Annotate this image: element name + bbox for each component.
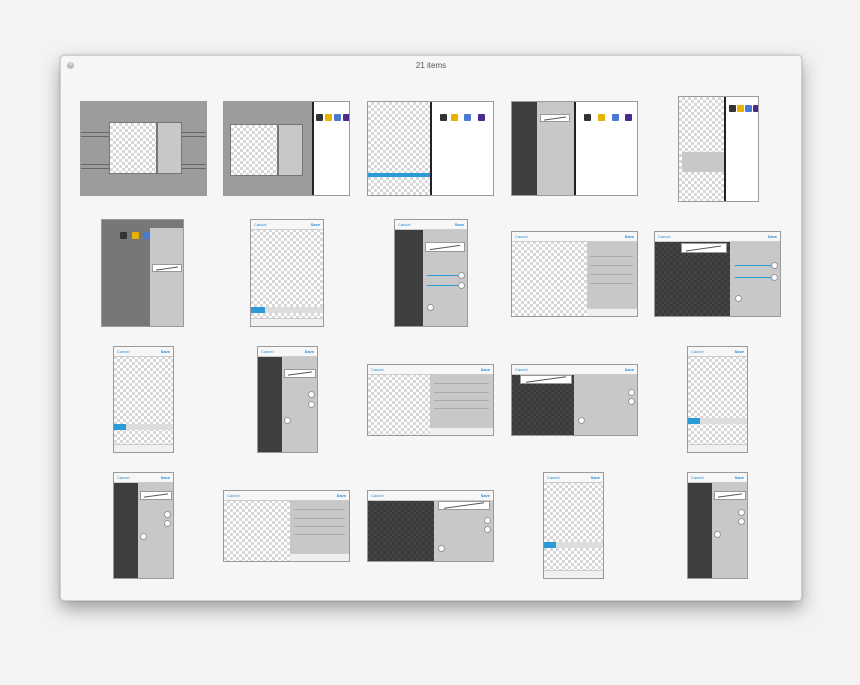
thumbnail-20[interactable]: Cancel Save [687,472,748,579]
thumbnail-18[interactable]: Cancel Save [367,490,494,562]
nav-bar: Cancel Save [688,473,747,483]
cancel-button[interactable]: Cancel [371,491,383,500]
nav-bar: Cancel Save [544,473,603,483]
cancel-button[interactable]: Cancel [254,220,266,229]
thumbnail-8[interactable]: Cancel Save [394,219,468,327]
thumbnail-5[interactable] [678,96,759,202]
cancel-button[interactable]: Cancel [117,347,129,356]
thumbnail-10[interactable]: Cancel Save [654,231,781,317]
nav-bar: Cancel Save [224,491,349,501]
nav-bar: Cancel Save [251,220,323,230]
thumbnail-17[interactable]: Cancel Save [223,490,350,562]
nav-bar: Cancel Save [368,365,493,375]
save-button[interactable]: Save [481,365,490,374]
cancel-button[interactable]: Cancel [691,347,703,356]
nav-bar: Cancel Save [114,473,173,483]
nav-bar: Cancel Save [114,347,173,357]
thumbnail-16[interactable]: Cancel Save [113,472,174,579]
nav-bar: Cancel Save [655,232,780,242]
nav-bar: Cancel Save [258,347,317,357]
thumbnail-6[interactable] [101,219,184,327]
save-button[interactable]: Save [311,220,320,229]
finder-window: × 21 items Cancel Save Cancel Save Cance… [60,55,802,601]
thumbnail-11[interactable]: Cancel Save [113,346,174,453]
save-button[interactable]: Save [305,347,314,356]
window-title: 21 items [415,61,447,70]
save-button[interactable]: Save [161,347,170,356]
save-button[interactable]: Save [337,491,346,500]
thumbnail-1[interactable] [80,101,207,196]
thumbnail-19[interactable]: Cancel Save [543,472,604,579]
thumbnail-12[interactable]: Cancel Save [257,346,318,453]
save-button[interactable]: Save [481,491,490,500]
thumbnail-13[interactable]: Cancel Save [367,364,494,436]
thumbnail-2[interactable] [223,101,350,196]
cancel-button[interactable]: Cancel [658,232,670,241]
save-button[interactable]: Save [735,473,744,482]
nav-bar: Cancel Save [395,220,467,230]
thumbnail-9[interactable]: Cancel Save [511,231,638,317]
thumbnail-4[interactable] [511,101,638,196]
cancel-button[interactable]: Cancel [515,365,527,374]
cancel-button[interactable]: Cancel [227,491,239,500]
thumbnail-15[interactable]: Cancel Save [687,346,748,453]
nav-bar: Cancel Save [688,347,747,357]
cancel-button[interactable]: Cancel [547,473,559,482]
nav-bar: Cancel Save [512,365,637,375]
save-button[interactable]: Save [591,473,600,482]
thumbnail-14[interactable]: Cancel Save [511,364,638,436]
cancel-button[interactable]: Cancel [691,473,703,482]
cancel-button[interactable]: Cancel [261,347,273,356]
cancel-button[interactable]: Cancel [371,365,383,374]
save-button[interactable]: Save [768,232,777,241]
cancel-button[interactable]: Cancel [398,220,410,229]
save-button[interactable]: Save [625,232,634,241]
nav-bar: Cancel Save [368,491,493,501]
cancel-button[interactable]: Cancel [515,232,527,241]
save-button[interactable]: Save [735,347,744,356]
save-button[interactable]: Save [161,473,170,482]
thumbnail-3[interactable] [367,101,494,196]
cancel-button[interactable]: Cancel [117,473,129,482]
save-button[interactable]: Save [455,220,464,229]
thumbnail-7[interactable]: Cancel Save [250,219,324,327]
save-button[interactable]: Save [625,365,634,374]
nav-bar: Cancel Save [512,232,637,242]
